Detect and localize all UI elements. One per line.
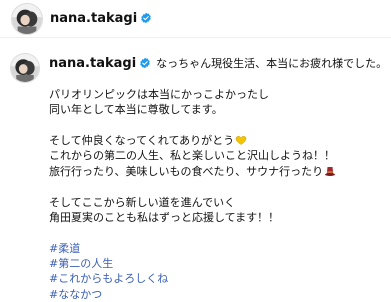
header-username[interactable]: nana.takagi	[50, 11, 152, 26]
caption-gap	[49, 118, 385, 133]
caption-line: パリオリンピックは本当にかっこよかったし	[49, 87, 269, 101]
hashtag-link[interactable]: #柔道	[49, 241, 385, 256]
caption-line: そしてここから新しい道を進んでいく	[49, 195, 236, 209]
hashtag-link[interactable]: #第二の人生	[49, 256, 385, 271]
caption-line-hat: 旅行行ったり、美味しいもの食べたり、サウナ行ったり	[49, 164, 385, 179]
caption-line-heart: そして仲良くなってくれてありがとう	[49, 133, 385, 148]
post-header: nana.takagi	[0, 0, 391, 38]
caption-first-line: nana.takagi なっちゃん現役生活、本当にお疲れ様でした。	[49, 56, 388, 71]
caption-line: これからの第二の人生、私と楽しいこと沢山しようね！！	[49, 149, 335, 163]
caption-line: 角田夏実のことも私はずっと応援してます！！	[49, 210, 280, 224]
yellow-heart-icon	[235, 134, 247, 146]
avatar-photo-icon	[12, 4, 42, 34]
hashtag-link[interactable]: #これからもよろしくね	[49, 271, 385, 286]
caption-gap	[49, 179, 385, 194]
caption-title: なっちゃん現役生活、本当にお疲れ様でした。	[156, 57, 388, 70]
hashtag-link[interactable]: #ななかつ	[49, 287, 385, 302]
caption-username[interactable]: nana.takagi	[49, 56, 151, 71]
caption-line-text: そして仲良くなってくれてありがとう	[49, 133, 235, 147]
avatar-photo-icon	[11, 54, 39, 82]
profile-avatar[interactable]	[11, 3, 43, 35]
post-caption: nana.takagi なっちゃん現役生活、本当にお疲れ様でした。 パリオリンピッ…	[49, 56, 388, 302]
verified-badge-icon	[140, 12, 152, 24]
caption-gap	[49, 71, 385, 86]
header-username-text[interactable]: nana.takagi	[50, 11, 137, 26]
caption-username-text[interactable]: nana.takagi	[49, 56, 136, 71]
caption-line: 同い年として本当に尊敬してます。	[49, 103, 223, 117]
verified-badge-icon	[139, 57, 151, 69]
caption-gap	[49, 225, 385, 240]
caption-avatar[interactable]	[10, 53, 40, 83]
red-hat-icon	[324, 165, 336, 177]
caption-line-text: 旅行行ったり、美味しいもの食べたり、サウナ行ったり	[49, 164, 324, 178]
